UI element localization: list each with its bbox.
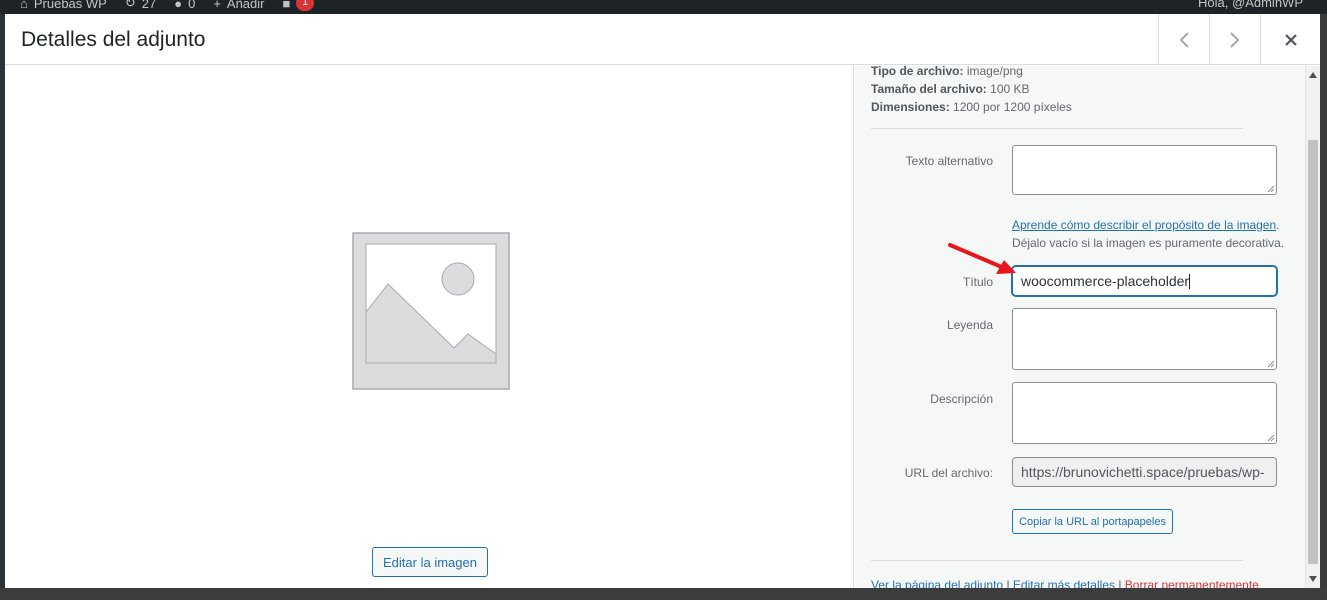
image-preview-pane: Editar la imagen bbox=[5, 66, 854, 588]
alt-text-help: Aprende cómo describir el propósito de l… bbox=[1012, 218, 1285, 250]
file-meta: Tipo de archivo: image/png Tamaño del ar… bbox=[871, 66, 1072, 116]
file-url-label: URL del archivo: bbox=[904, 466, 993, 480]
triangle-down-icon bbox=[1309, 576, 1317, 582]
backdrop-bottom bbox=[0, 588, 1327, 600]
caption-label: Leyenda bbox=[946, 318, 993, 332]
title-input[interactable]: woocommerce-placeholder bbox=[1012, 266, 1277, 296]
description-label: Descripción bbox=[930, 392, 993, 406]
chevron-right-icon bbox=[1229, 31, 1239, 48]
text-caret bbox=[1189, 274, 1191, 289]
file-type-row: Tipo de archivo: image/png bbox=[871, 66, 1023, 78]
notification-badge: 1 bbox=[296, 0, 314, 11]
home-icon: ⌂ bbox=[20, 0, 28, 11]
alt-text-help-link[interactable]: Aprende cómo describir el propósito de l… bbox=[1012, 218, 1276, 232]
admin-bar-updates[interactable]: ↻ 27 bbox=[125, 0, 156, 11]
previous-button[interactable] bbox=[1158, 14, 1208, 65]
admin-bar-greeting[interactable]: Hola, @AdminWP bbox=[1198, 0, 1303, 10]
file-url-input[interactable]: https://brunovichetti.space/pruebas/wp- bbox=[1012, 457, 1277, 487]
triangle-up-icon bbox=[1309, 72, 1317, 78]
divider bbox=[871, 560, 1243, 561]
modal-title: Detalles del adjunto bbox=[21, 28, 206, 51]
admin-bar: ⌂ Pruebas WP ↻ 27 ● 0 + Añadir ■ 1 Hola,… bbox=[0, 0, 1327, 14]
next-button[interactable] bbox=[1209, 14, 1259, 65]
file-size-row: Tamaño del archivo: 100 KB bbox=[871, 82, 1030, 96]
alt-text-label: Texto alternativo bbox=[905, 154, 993, 168]
admin-bar-new[interactable]: + Añadir bbox=[213, 0, 264, 11]
plugin-icon: ■ bbox=[282, 0, 291, 11]
attachment-details-sidebar: Tipo de archivo: image/png Tamaño del ar… bbox=[855, 66, 1305, 588]
admin-bar-comments[interactable]: ● 0 bbox=[174, 0, 195, 11]
refresh-icon: ↻ bbox=[124, 0, 136, 10]
copy-url-button[interactable]: Copiar la URL al portapapeles bbox=[1012, 509, 1173, 534]
scroll-thumb[interactable] bbox=[1308, 140, 1318, 564]
edit-image-button[interactable]: Editar la imagen bbox=[372, 547, 488, 577]
attachment-details-modal: Detalles del adjunto Editar la imagen Ti… bbox=[5, 14, 1320, 588]
view-attachment-page-link[interactable]: Ver la página del adjunto bbox=[871, 578, 1003, 588]
scroll-down-arrow[interactable] bbox=[1306, 572, 1320, 586]
image-placeholder-icon bbox=[352, 232, 510, 390]
divider bbox=[871, 128, 1243, 129]
new-label: Añadir bbox=[226, 0, 265, 11]
description-textarea[interactable] bbox=[1012, 382, 1277, 444]
separator: | bbox=[1118, 578, 1122, 588]
updates-count: 27 bbox=[141, 0, 157, 11]
comment-icon: ● bbox=[174, 0, 183, 11]
alt-text-textarea[interactable] bbox=[1012, 145, 1277, 195]
resize-grip-icon[interactable] bbox=[1267, 185, 1275, 193]
caption-textarea[interactable] bbox=[1012, 308, 1277, 370]
dimensions-row: Dimensiones: 1200 por 1200 píxeles bbox=[871, 100, 1072, 114]
modal-header: Detalles del adjunto bbox=[5, 14, 1320, 65]
plus-icon: + bbox=[213, 0, 221, 11]
resize-grip-icon[interactable] bbox=[1267, 360, 1275, 368]
admin-bar-plugin[interactable]: ■ 1 bbox=[282, 0, 314, 11]
attachment-actions: Ver la página del adjunto | Editar más d… bbox=[871, 578, 1259, 588]
scroll-up-arrow[interactable] bbox=[1306, 68, 1320, 82]
admin-bar-site[interactable]: ⌂ Pruebas WP bbox=[20, 0, 107, 11]
close-button[interactable] bbox=[1260, 14, 1320, 65]
comments-count: 0 bbox=[188, 0, 196, 11]
edit-more-details-link[interactable]: Editar más detalles bbox=[1013, 578, 1115, 588]
backdrop-edge bbox=[1320, 14, 1327, 600]
separator: | bbox=[1006, 578, 1010, 588]
sidebar-scrollbar[interactable] bbox=[1305, 66, 1320, 588]
chevron-left-icon bbox=[1179, 31, 1189, 48]
site-name: Pruebas WP bbox=[33, 0, 107, 11]
close-icon bbox=[1284, 33, 1297, 46]
annotation-arrow-icon bbox=[948, 243, 1016, 274]
resize-grip-icon[interactable] bbox=[1267, 434, 1275, 442]
delete-permanently-link[interactable]: Borrar permanentemente bbox=[1125, 578, 1259, 588]
